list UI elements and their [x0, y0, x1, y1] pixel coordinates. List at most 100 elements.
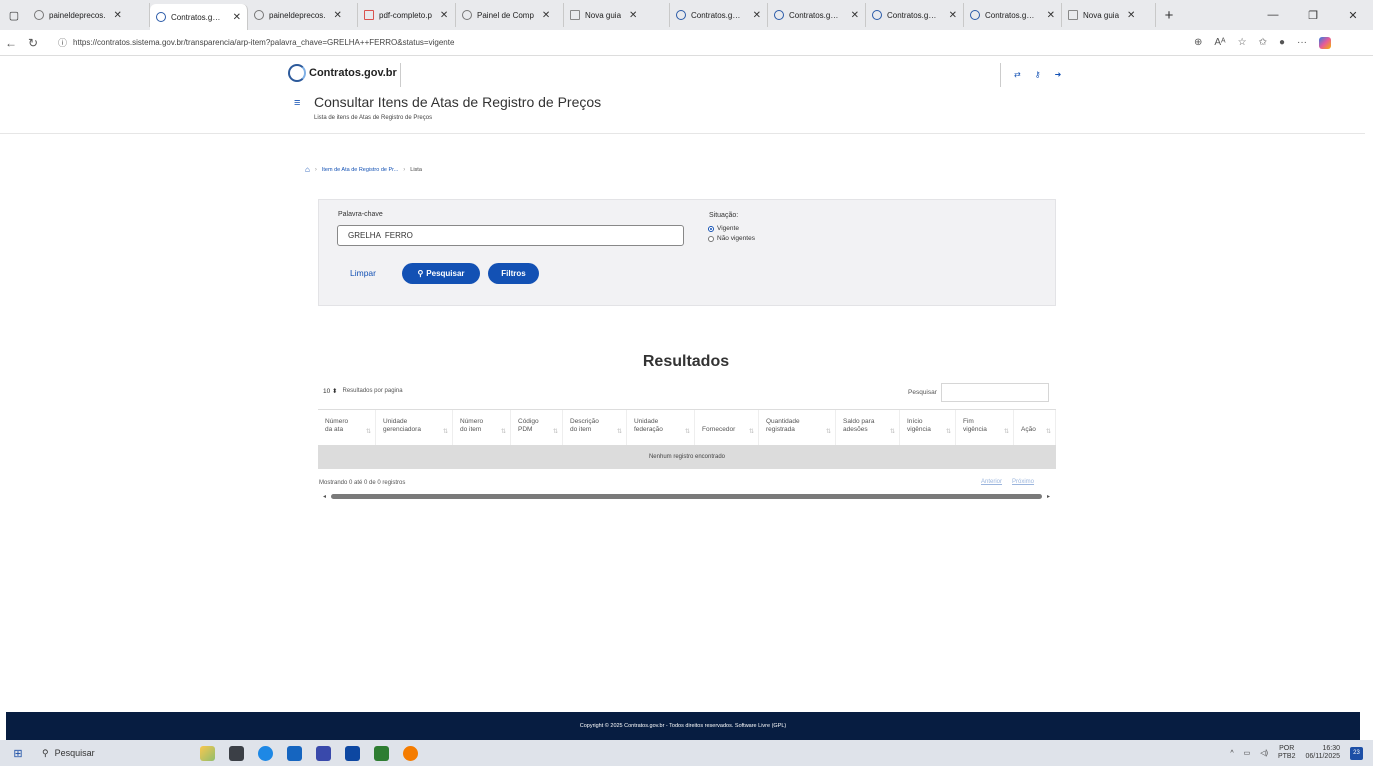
reload-icon[interactable]: ↻ — [22, 36, 44, 50]
close-tab-icon[interactable]: ✕ — [851, 10, 859, 21]
browser-tab[interactable]: Nova guia ✕ — [564, 3, 670, 27]
sort-icon[interactable]: ⇅ — [617, 429, 622, 437]
column-header[interactable]: Saldo para adesões ⇅ — [836, 410, 900, 446]
close-window-icon[interactable]: ✕ — [1333, 9, 1373, 22]
sort-icon[interactable]: ⇅ — [685, 429, 690, 437]
close-tab-icon[interactable]: ✕ — [113, 10, 121, 21]
prev-page-link[interactable]: Anterior — [981, 479, 1002, 485]
column-header[interactable]: Número do item ⇅ — [453, 410, 511, 446]
close-tab-icon[interactable]: ✕ — [440, 10, 448, 21]
per-page-select[interactable]: 10 ⬍ — [323, 387, 338, 395]
column-header[interactable]: Unidade gerenciadora ⇅ — [376, 410, 453, 446]
close-tab-icon[interactable]: ✕ — [1127, 10, 1135, 21]
minimize-icon[interactable]: — — [1253, 9, 1293, 22]
task-view-icon[interactable] — [229, 745, 244, 761]
network-icon[interactable]: ▭ — [1244, 749, 1251, 757]
profile-icon[interactable]: ● — [1279, 37, 1285, 48]
column-header[interactable]: Número da ata ⇅ — [318, 410, 376, 446]
search-button[interactable]: ⚲ Pesquisar — [402, 263, 480, 284]
column-header[interactable]: Descrição do item ⇅ — [563, 410, 627, 446]
read-aloud-icon[interactable]: Aᴬ — [1214, 37, 1225, 48]
close-tab-icon[interactable]: ✕ — [333, 10, 341, 21]
browser-tab[interactable]: Contratos.gov.br ✕ — [964, 3, 1062, 27]
browser-tab[interactable]: pdf-completo.p ✕ — [358, 3, 456, 27]
windows-start-icon[interactable]: ⊞ — [0, 747, 36, 760]
restore-icon[interactable]: ❐ — [1293, 9, 1333, 22]
column-header[interactable]: Fornecedor ⇅ — [695, 410, 759, 446]
browser-tab[interactable]: Contratos.gov.br ✕ — [670, 3, 768, 27]
column-header[interactable]: Início vigência ⇅ — [900, 410, 956, 446]
browser-tab[interactable]: Contratos.gov.br ✕ — [150, 4, 248, 30]
browser-tab[interactable]: paineldeprecos. ✕ — [28, 3, 150, 27]
close-tab-icon[interactable]: ✕ — [753, 10, 761, 21]
close-tab-icon[interactable]: ✕ — [1047, 10, 1055, 21]
spreadsheet-icon[interactable] — [374, 745, 389, 761]
taskbar-search[interactable]: ⚲ Pesquisar — [36, 742, 174, 764]
copilot-icon[interactable] — [1319, 36, 1331, 49]
close-tab-icon[interactable]: ✕ — [233, 12, 241, 23]
edge-icon[interactable] — [258, 745, 273, 761]
column-header[interactable]: Unidade federação ⇅ — [627, 410, 695, 446]
browser-tab[interactable]: Nova guia ✕ — [1062, 3, 1156, 27]
switch-icon[interactable]: ⇄ — [1014, 70, 1021, 79]
home-icon[interactable]: ⌂ — [305, 165, 310, 174]
radio-vigente[interactable]: Vigente — [708, 225, 739, 232]
store-icon[interactable] — [316, 745, 331, 761]
widgets-icon[interactable] — [200, 745, 215, 761]
breadcrumb-item-ata[interactable]: Item de Ata de Registro de Pr... — [322, 167, 398, 173]
column-header[interactable]: Quantidade registrada ⇅ — [759, 410, 836, 446]
zoom-icon[interactable]: ⊕ — [1194, 37, 1202, 48]
back-icon[interactable]: ← — [0, 36, 22, 50]
sort-icon[interactable]: ⇅ — [443, 429, 448, 437]
next-page-link[interactable]: Próximo — [1012, 479, 1034, 485]
radio-selected-icon[interactable] — [708, 225, 714, 232]
browser-tab[interactable]: Contratos.gov.br ✕ — [768, 3, 866, 27]
login-icon[interactable]: ➜ — [1055, 70, 1062, 79]
menu-icon[interactable]: ≡ — [294, 97, 300, 109]
scroll-left-icon[interactable]: ◂ — [323, 493, 331, 500]
sort-icon[interactable]: ⇅ — [1004, 429, 1009, 437]
clear-button[interactable]: Limpar — [350, 268, 376, 278]
tab-actions-icon[interactable]: ▢ — [0, 0, 28, 30]
column-header[interactable]: Fim vigência ⇅ — [956, 410, 1014, 446]
volume-icon[interactable]: ◁) — [1260, 749, 1268, 757]
scrollbar-thumb[interactable] — [331, 493, 1042, 499]
radio-nao-vigentes[interactable]: Não vigentes — [708, 235, 755, 242]
info-icon[interactable]: ⓘ — [58, 36, 67, 49]
sort-icon[interactable]: ⇅ — [826, 429, 831, 437]
sort-icon[interactable]: ⇅ — [366, 429, 371, 437]
sort-icon[interactable]: ⇅ — [946, 429, 951, 437]
chrome-icon[interactable] — [403, 745, 418, 761]
new-tab-button[interactable]: + — [1156, 7, 1182, 24]
radio-unselected-icon[interactable] — [708, 235, 714, 242]
table-search-input[interactable] — [940, 383, 1049, 402]
sort-icon[interactable]: ⇅ — [501, 429, 506, 437]
notifications-badge[interactable]: 23 — [1350, 746, 1363, 760]
keyword-input[interactable] — [337, 225, 684, 246]
browser-tab[interactable]: Contratos.gov.br ✕ — [866, 3, 964, 27]
close-tab-icon[interactable]: ✕ — [949, 10, 957, 21]
filters-button[interactable]: Filtros — [488, 263, 539, 284]
language-indicator[interactable]: POR PTB2 — [1278, 745, 1296, 760]
sort-icon[interactable]: ⇅ — [1046, 429, 1051, 437]
horizontal-scrollbar[interactable]: ◂ ▸ — [323, 492, 1050, 500]
close-tab-icon[interactable]: ✕ — [542, 10, 550, 21]
sort-icon[interactable]: ⇅ — [553, 429, 558, 437]
favorite-icon[interactable]: ☆ — [1238, 37, 1247, 48]
column-header[interactable]: Ação ⇅ — [1014, 410, 1056, 446]
sort-icon[interactable]: ⇅ — [890, 429, 895, 437]
app-icon[interactable] — [345, 745, 360, 761]
url-field[interactable]: ⓘ https://contratos.sistema.gov.br/trans… — [50, 33, 1180, 53]
close-tab-icon[interactable]: ✕ — [629, 10, 637, 21]
sort-icon[interactable]: ⇅ — [749, 429, 754, 437]
favorites-bar-icon[interactable]: ✩ — [1259, 37, 1267, 48]
more-icon[interactable]: ··· — [1297, 37, 1307, 48]
explorer-icon[interactable] — [287, 745, 302, 761]
tray-chevron-up-icon[interactable]: ^ — [1230, 750, 1233, 757]
scroll-right-icon[interactable]: ▸ — [1042, 493, 1050, 500]
browser-tab[interactable]: paineldeprecos. ✕ — [248, 3, 358, 27]
key-icon[interactable]: ⚷ — [1035, 70, 1041, 79]
site-logo[interactable]: Contratos.gov.br — [288, 64, 397, 82]
column-header[interactable]: Código PDM ⇅ — [511, 410, 563, 446]
browser-tab[interactable]: Painel de Comp ✕ — [456, 3, 564, 27]
